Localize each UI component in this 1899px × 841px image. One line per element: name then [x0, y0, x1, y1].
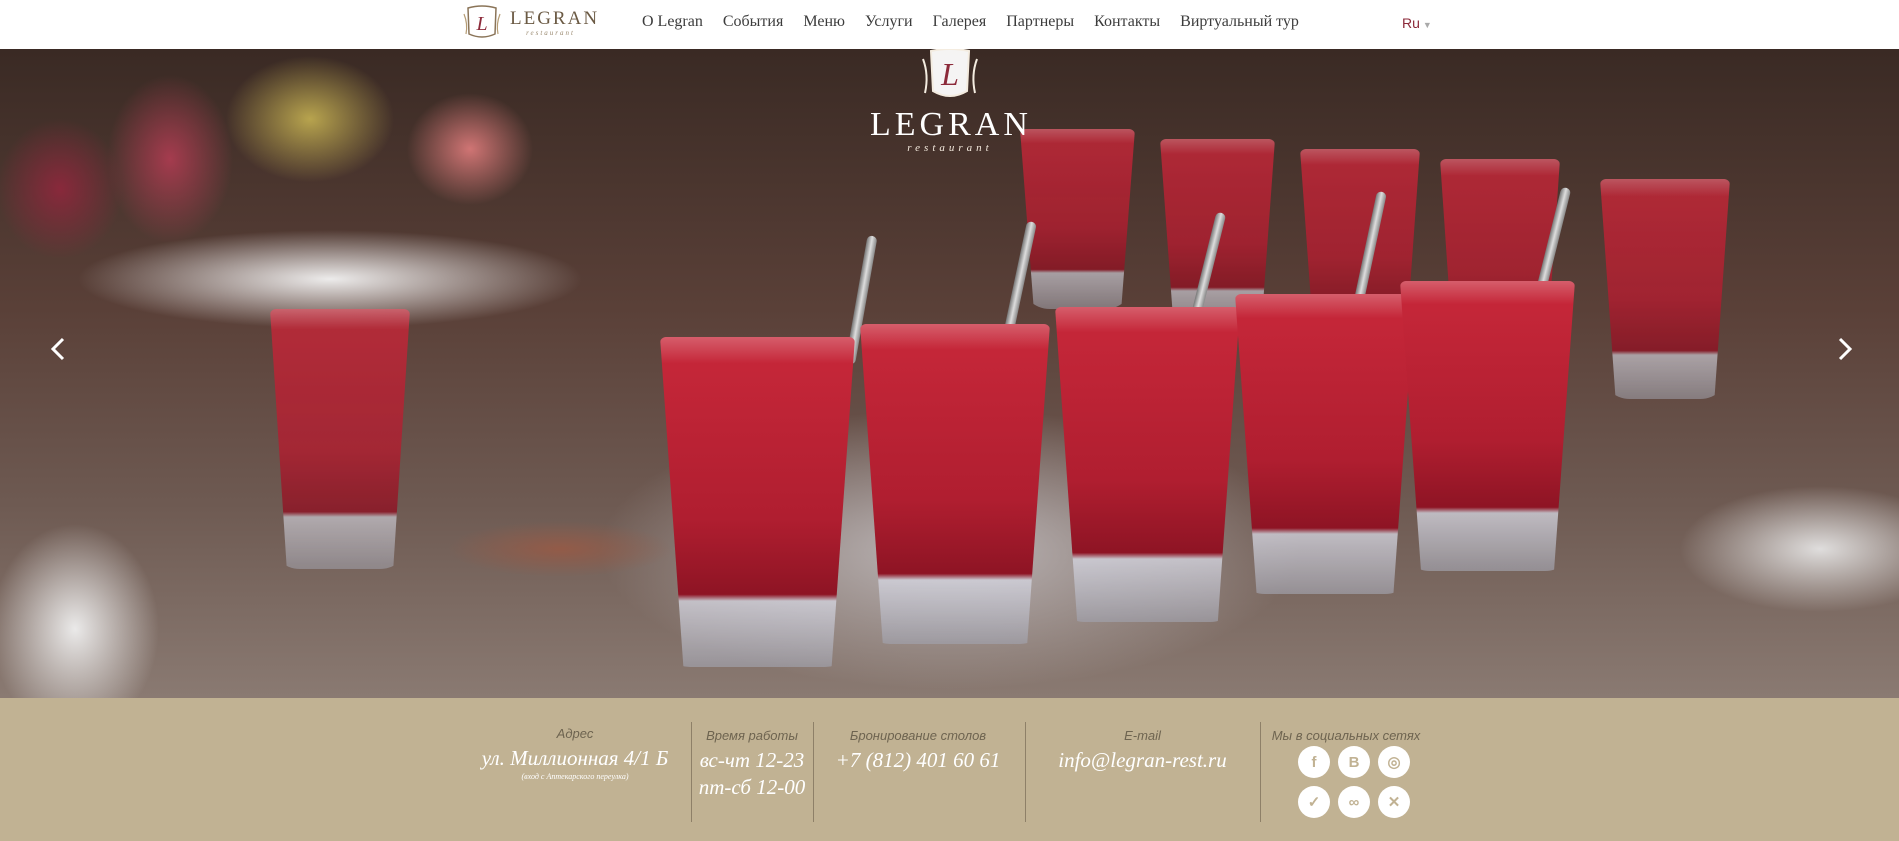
- glass-decor: [1235, 294, 1415, 594]
- email-block: E-mail info@legran-rest.ru: [1030, 728, 1255, 774]
- instagram-icon[interactable]: ◎: [1378, 746, 1410, 778]
- language-selector[interactable]: Ru ▼: [1402, 15, 1432, 31]
- main-nav: О Legran События Меню Услуги Галерея Пар…: [642, 13, 1319, 31]
- divider: [1260, 722, 1261, 822]
- crest-icon: L: [922, 49, 978, 97]
- nav-menu[interactable]: Меню: [803, 13, 845, 31]
- social-block: Мы в социальных сетях: [1266, 728, 1426, 747]
- crest-letter: L: [475, 13, 487, 35]
- restaurant-guide-icon[interactable]: ✕: [1378, 786, 1410, 818]
- nav-about[interactable]: О Legran: [642, 13, 703, 31]
- glass-decor: [1055, 307, 1240, 622]
- nav-events[interactable]: События: [723, 13, 783, 31]
- caret-down-icon: ▼: [1422, 20, 1432, 30]
- divider: [813, 722, 814, 822]
- hours-weekend: пт-сб 12-00: [698, 775, 806, 799]
- glass-decor: [660, 337, 855, 667]
- booking-label: Бронирование столов: [849, 728, 987, 743]
- nav-partners[interactable]: Партнеры: [1006, 13, 1074, 31]
- glass-decor: [1400, 281, 1575, 571]
- chevron-left-icon: [50, 337, 65, 361]
- address-block: Адрес ул. Миллионная 4/1 Б (вход с Аптек…: [470, 726, 680, 781]
- address-note: (вход с Аптекарского переулка): [521, 772, 629, 781]
- social-links: f B ◎ ✓ ∞ ✕: [1298, 746, 1428, 826]
- hero-logo-text: LEGRAN: [870, 106, 1032, 143]
- hours-block: Время работы вс-чт 12-23 пт-сб 12-00: [692, 728, 812, 801]
- tripadvisor-icon[interactable]: ∞: [1338, 786, 1370, 818]
- slider-prev-button[interactable]: [44, 334, 74, 364]
- facebook-icon[interactable]: f: [1298, 746, 1330, 778]
- slider-next-button[interactable]: [1829, 334, 1859, 364]
- nav-gallery[interactable]: Галерея: [933, 13, 987, 31]
- chevron-right-icon: [1838, 337, 1853, 361]
- crest-icon: L: [463, 5, 501, 38]
- email-link[interactable]: info@legran-rest.ru: [1030, 747, 1255, 774]
- email-label: E-mail: [1124, 728, 1161, 743]
- glass-decor: [860, 324, 1050, 644]
- site-header: L LEGRAN restaurant О Legran События Мен…: [0, 0, 1899, 49]
- hours-label: Время работы: [706, 728, 798, 743]
- hero-logo: L LEGRAN restaurant: [870, 49, 1030, 154]
- vk-icon[interactable]: B: [1338, 746, 1370, 778]
- glass-decor: [1020, 129, 1135, 309]
- logo-wordmark: LEGRAN restaurant: [502, 7, 600, 37]
- nav-virtual-tour[interactable]: Виртуальный тур: [1180, 13, 1299, 31]
- divider: [1025, 722, 1026, 822]
- booking-phone[interactable]: +7 (812) 401 60 61: [818, 747, 1018, 774]
- booking-block: Бронирование столов +7 (812) 401 60 61: [818, 728, 1018, 774]
- social-label: Мы в социальных сетях: [1271, 728, 1421, 743]
- hours-weekdays: вс-чт 12-23: [699, 748, 805, 772]
- glass-decor: [1600, 179, 1730, 399]
- address-value: ул. Миллионная 4/1 Б: [481, 746, 669, 770]
- glass-decor: [270, 309, 410, 569]
- hero-slider: L LEGRAN restaurant: [0, 49, 1899, 698]
- nav-contacts[interactable]: Контакты: [1094, 13, 1160, 31]
- hero-logo-subtitle: restaurant: [907, 142, 993, 154]
- site-logo[interactable]: L LEGRAN restaurant: [462, 4, 599, 42]
- nav-services[interactable]: Услуги: [865, 13, 913, 31]
- foursquare-icon[interactable]: ✓: [1298, 786, 1330, 818]
- contact-bar: Адрес ул. Миллионная 4/1 Б (вход с Аптек…: [0, 698, 1899, 841]
- logo-text: LEGRAN: [510, 7, 600, 29]
- language-label: Ru: [1402, 15, 1420, 31]
- address-label: Адрес: [556, 726, 594, 741]
- logo-subtitle: restaurant: [526, 28, 575, 37]
- hero-crest-letter: L: [940, 56, 959, 92]
